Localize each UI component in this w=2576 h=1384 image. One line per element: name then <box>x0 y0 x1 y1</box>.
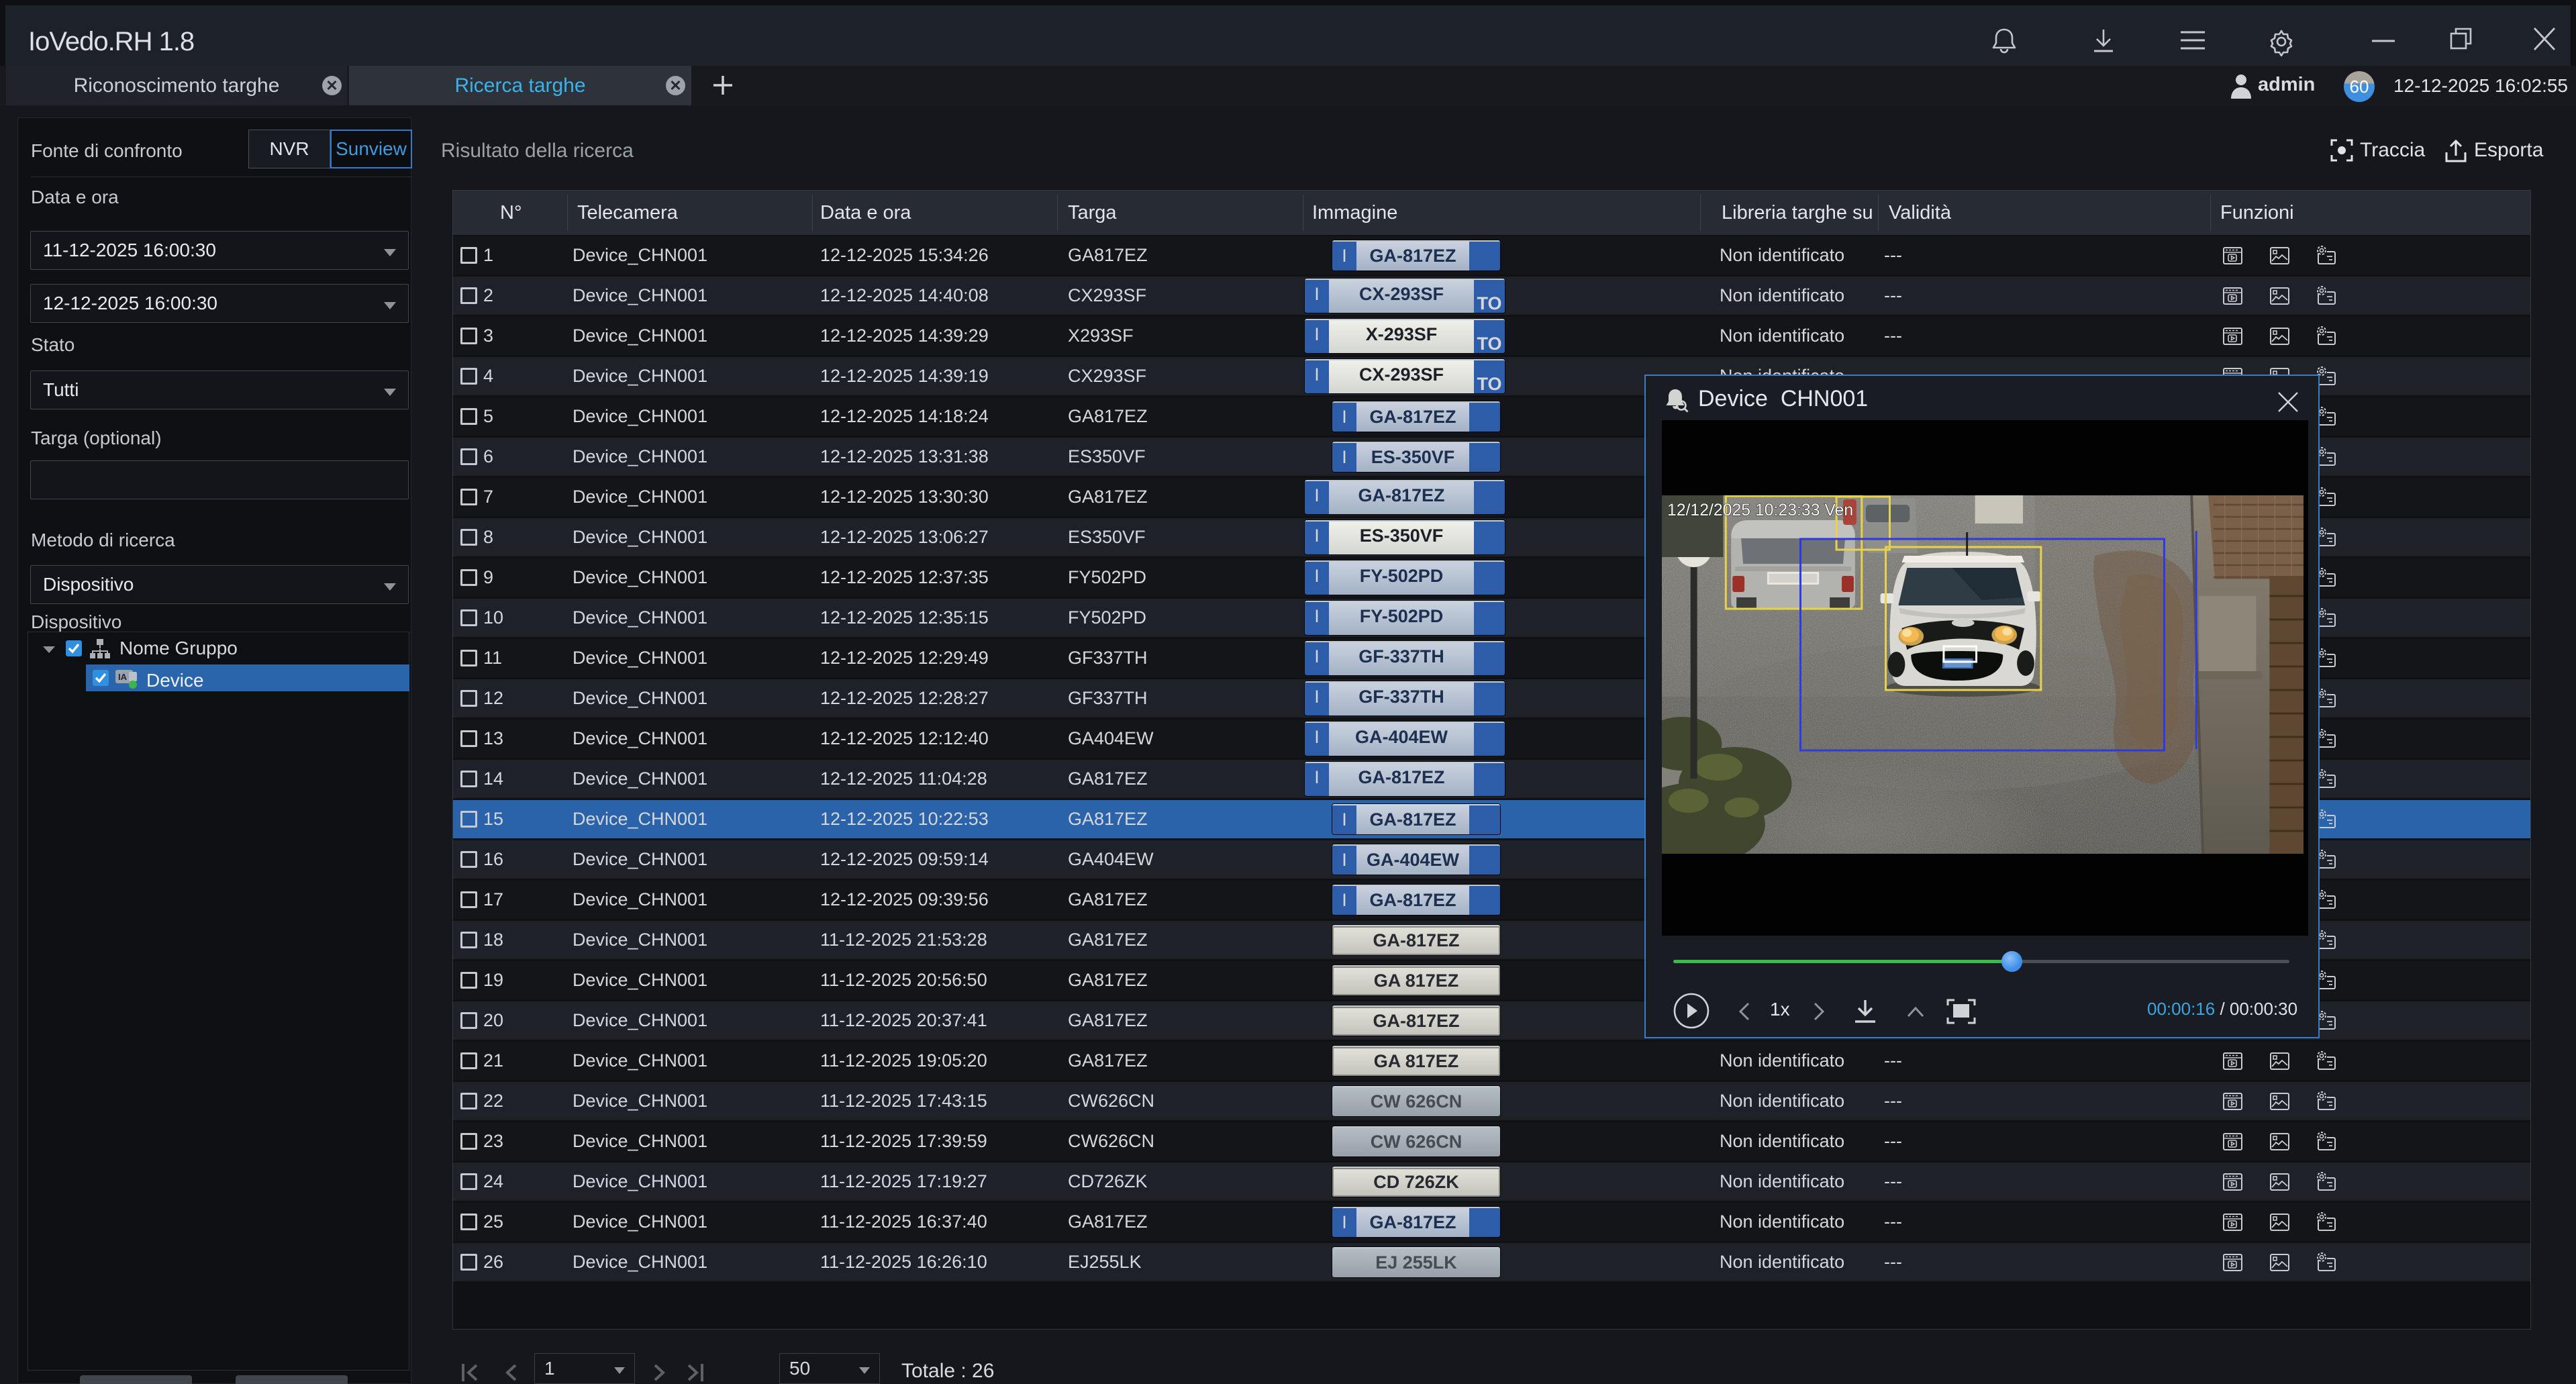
svg-text:IA: IA <box>118 672 128 682</box>
svg-text:12/12/2025 10:23:33 Ven: 12/12/2025 10:23:33 Ven <box>1667 501 1853 520</box>
